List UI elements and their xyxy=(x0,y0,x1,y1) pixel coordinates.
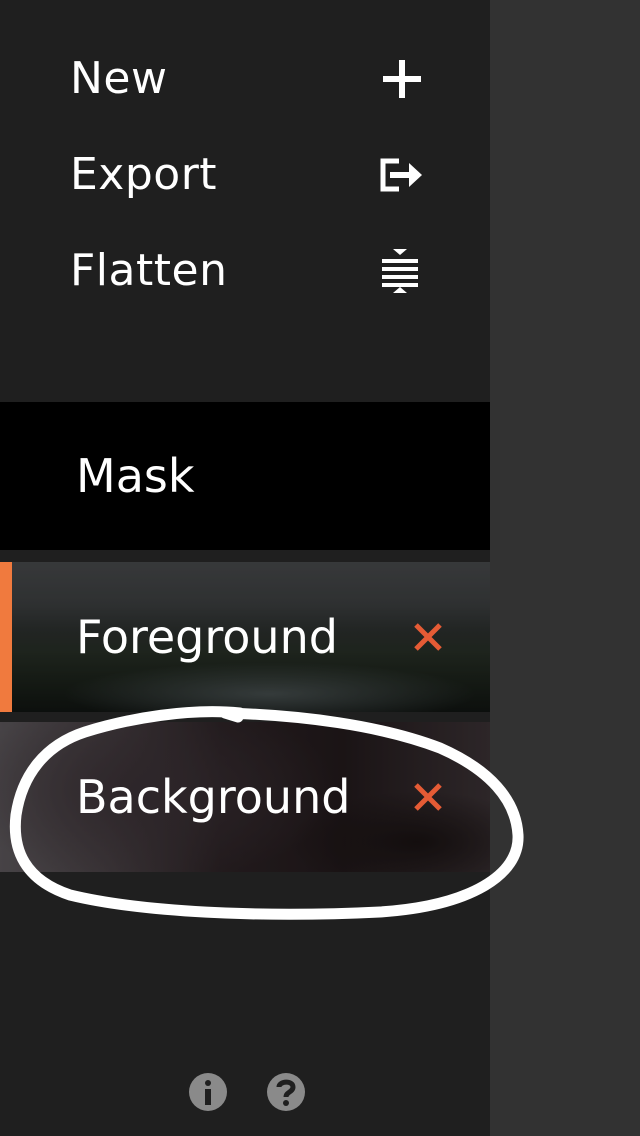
mask-label: Mask xyxy=(76,449,195,503)
close-icon[interactable] xyxy=(408,617,448,657)
layer-background[interactable]: Background xyxy=(0,722,490,872)
mask-layer[interactable]: Mask xyxy=(0,402,490,550)
side-menu: New Export Flatten Mask Foreground Backg… xyxy=(0,0,490,1136)
app-screen: New Export Flatten Mask Foreground Backg… xyxy=(0,0,640,1136)
export-icon xyxy=(380,158,422,192)
help-icon[interactable] xyxy=(266,1072,306,1112)
info-icon[interactable] xyxy=(188,1072,228,1112)
canvas-area[interactable] xyxy=(490,0,640,1136)
background-label: Background xyxy=(76,770,351,824)
new-button[interactable]: New xyxy=(0,36,490,122)
flatten-label: Flatten xyxy=(70,245,228,296)
close-icon[interactable] xyxy=(408,777,448,817)
export-button[interactable]: Export xyxy=(0,132,490,218)
foreground-label: Foreground xyxy=(76,610,338,664)
layer-foreground[interactable]: Foreground xyxy=(0,562,490,712)
export-label: Export xyxy=(70,149,218,200)
active-layer-indicator xyxy=(0,562,12,712)
plus-icon xyxy=(383,60,421,98)
new-label: New xyxy=(70,53,168,104)
flatten-icon xyxy=(382,249,418,293)
flatten-button[interactable]: Flatten xyxy=(0,228,490,314)
